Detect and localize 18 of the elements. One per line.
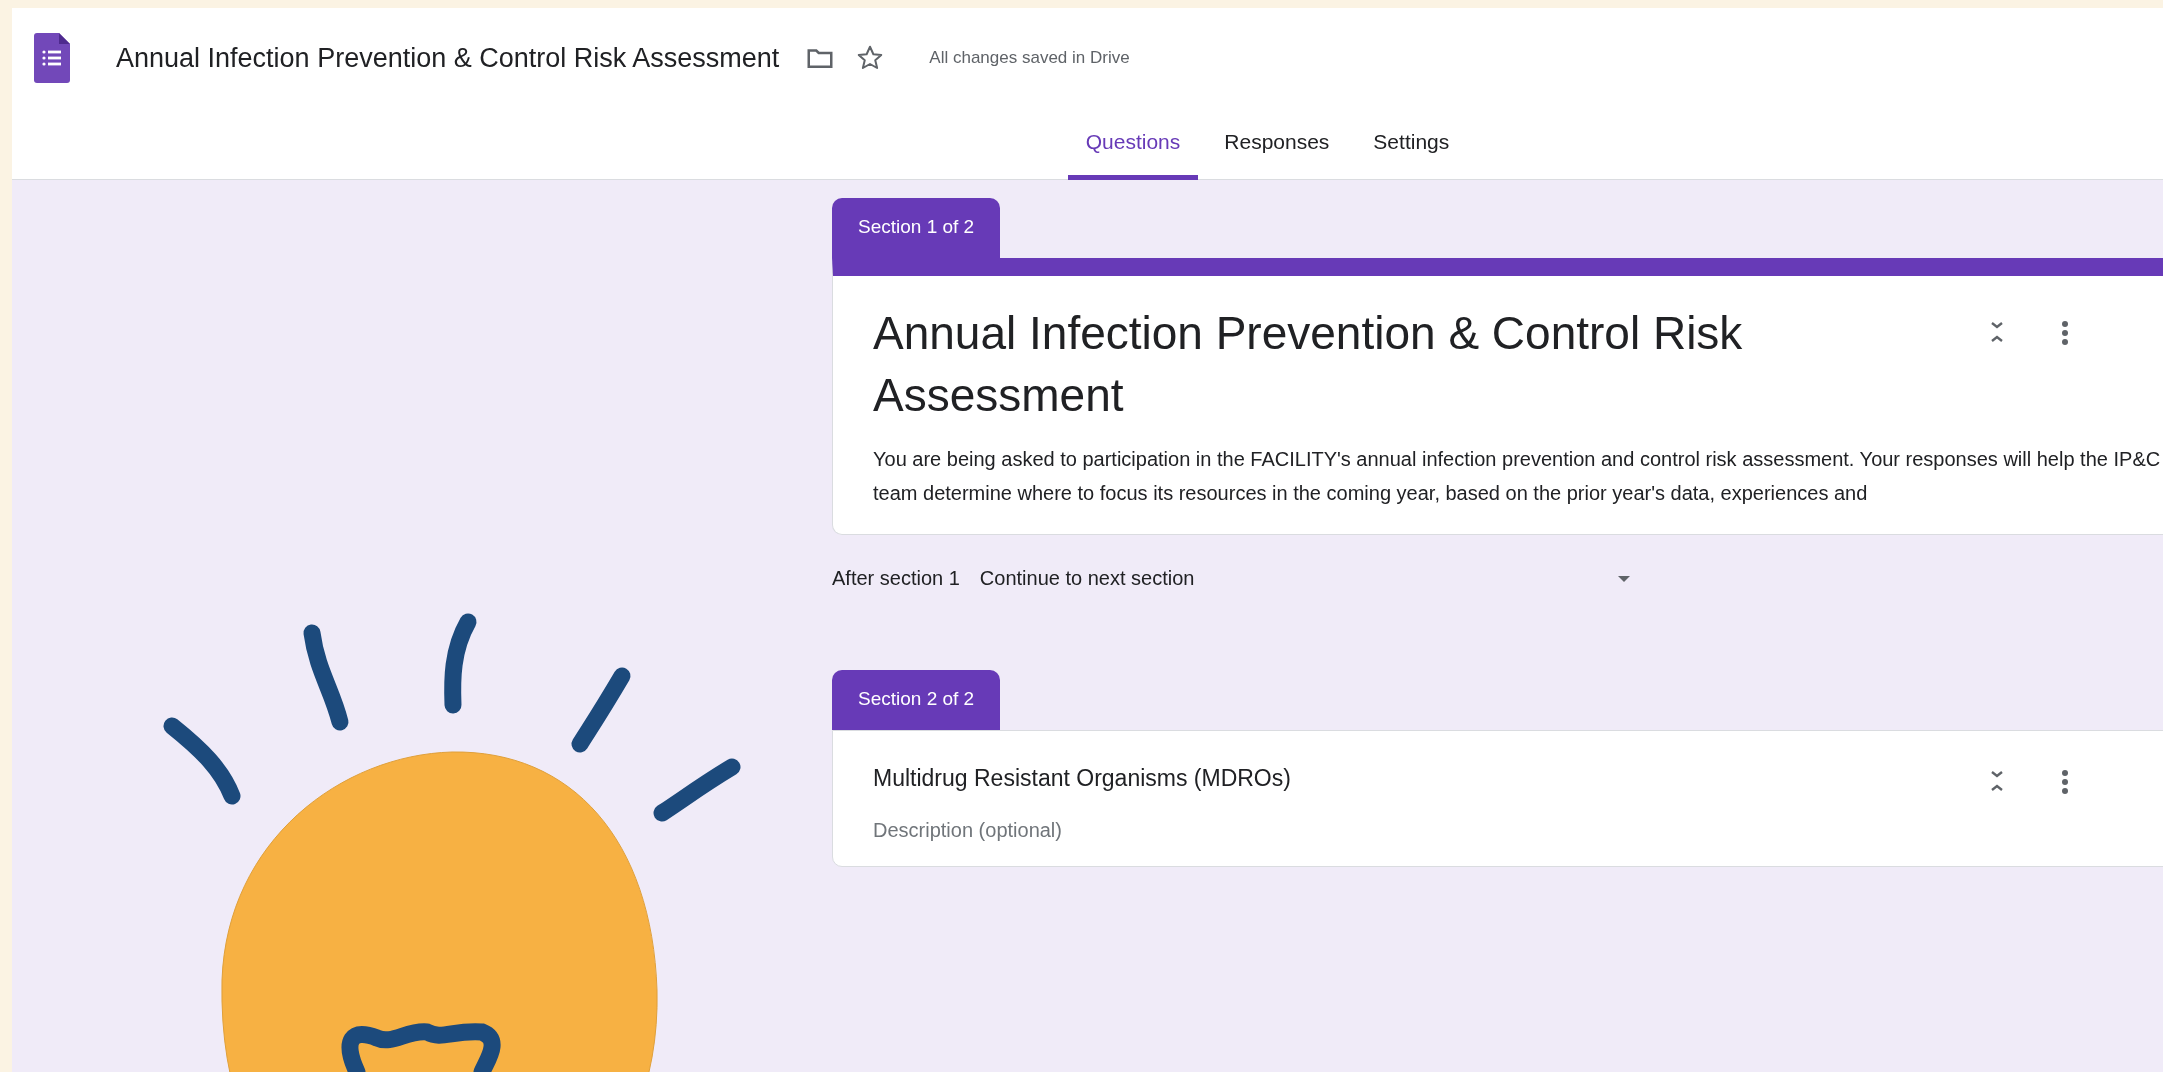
collapse-icon[interactable] xyxy=(1989,769,2005,793)
section-title[interactable]: Multidrug Resistant Organisms (MDROs) xyxy=(873,751,1933,792)
tab[interactable]: Responses xyxy=(1206,108,1348,180)
form-title[interactable]: Annual Infection Prevention & Control Risk Assessment xyxy=(873,302,1933,426)
tab[interactable]: Settings xyxy=(1355,108,1468,180)
form-description[interactable]: You are being asked to participation in the FACILITY's annual infection prevention and control risk assessment. Your responses will help the IP&C team determine where to focus its resources in the coming year, based on the prior year's data, experiences and xyxy=(873,442,2163,510)
next-section-dropdown[interactable]: Continue to next section xyxy=(979,567,1650,590)
save-status: All changes saved in Drive xyxy=(929,48,1130,68)
more-options-icon[interactable] xyxy=(2061,769,2069,795)
collapse-icon[interactable] xyxy=(1989,320,2005,344)
section-label: Section 2 of 2 xyxy=(832,670,1001,730)
forms-logo-icon[interactable] xyxy=(34,33,70,83)
after-section-label: After section 1 xyxy=(832,567,960,590)
document-title[interactable]: Annual Infection Prevention & Control Risk Assessment xyxy=(116,42,780,74)
caret-icon xyxy=(1617,575,1630,582)
tab[interactable]: Questions xyxy=(1067,108,1199,180)
more-options-icon[interactable] xyxy=(2061,320,2069,346)
section-label: Section 1 of 2 xyxy=(832,198,1001,258)
